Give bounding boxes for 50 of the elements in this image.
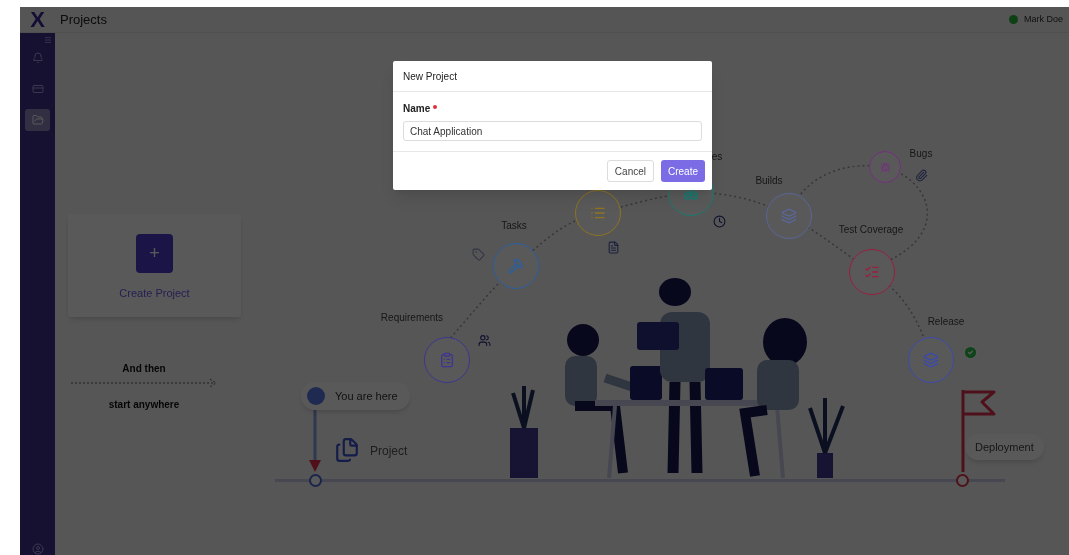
stage-node[interactable] (908, 337, 954, 383)
stage-label: Bugs (908, 148, 934, 160)
deployment-pill: Deployment (965, 434, 1044, 460)
document-icon (607, 241, 620, 254)
cancel-button[interactable]: Cancel (606, 160, 654, 182)
logo: X (30, 8, 45, 31)
paperclip-icon (915, 169, 928, 182)
create-project-label[interactable]: Create Project (119, 285, 190, 302)
hammer-icon (508, 258, 524, 274)
hint-text: start anywhere (107, 398, 181, 412)
stage-node[interactable] (424, 337, 470, 383)
user-name[interactable]: Mark Doe (1024, 12, 1063, 27)
people-icon (478, 334, 491, 347)
stage-node[interactable] (493, 243, 539, 289)
card-icon (31, 83, 44, 95)
check-circle-icon (963, 345, 978, 360)
stage-node[interactable] (849, 249, 895, 295)
list-icon (590, 205, 606, 221)
down-arrow (308, 408, 322, 474)
timeline-end-marker (956, 474, 969, 487)
clock-icon (713, 215, 726, 228)
stage-label: Requirements (379, 312, 445, 324)
menu-icon[interactable] (44, 36, 52, 44)
stage-node[interactable] (575, 190, 621, 236)
checklist-icon (864, 264, 880, 280)
stage-label: Tasks (500, 220, 528, 232)
bell-icon (31, 52, 44, 64)
stage-label: Test Coverage (837, 224, 905, 236)
you-are-here-label: You are here (335, 388, 398, 404)
stage-node[interactable] (766, 193, 812, 239)
stage-label: Builds (754, 175, 784, 187)
tag-icon (472, 248, 485, 261)
dialog-title: New Project (403, 69, 457, 84)
timeline-start-marker (309, 474, 322, 487)
name-label: Name (403, 102, 431, 116)
add-button[interactable]: + (136, 234, 173, 273)
name-input-field[interactable]: Chat Application (403, 121, 702, 141)
account-icon[interactable] (31, 543, 44, 555)
project-label: Project (370, 443, 408, 460)
bug-icon (879, 161, 891, 173)
create-button[interactable]: Create (661, 160, 705, 182)
sidebar-item[interactable] (25, 109, 50, 131)
layers-icon (781, 208, 797, 224)
page-title: Projects (60, 10, 107, 29)
stage-label: Release (926, 316, 966, 328)
hint-text: And then (121, 362, 167, 376)
create-project-card[interactable]: + Create Project (68, 214, 241, 317)
layers-icon (923, 352, 939, 368)
clipboard-icon (439, 352, 455, 368)
stage-node[interactable] (869, 151, 901, 183)
